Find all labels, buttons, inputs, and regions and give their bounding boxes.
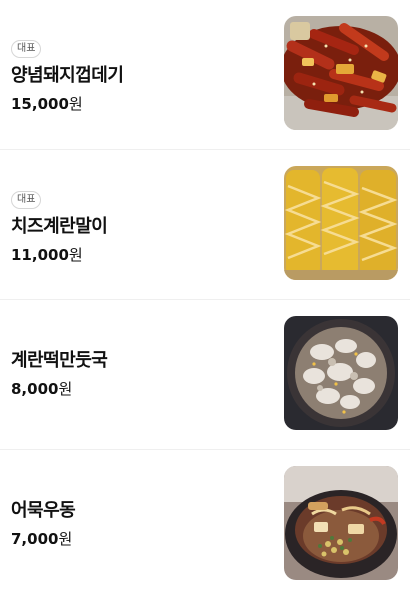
signature-badge: 대표 [11,191,42,209]
signature-badge: 대표 [11,40,42,58]
price-currency: 원 [68,95,83,113]
price-currency: 원 [58,380,73,398]
menu-item-info: 계란떡만둣국 8,000원 [11,349,280,399]
menu-item-price: 11,000원 [11,245,280,265]
menu-item-info: 대표 양념돼지껍데기 15,000원 [11,36,280,114]
price-currency: 원 [58,530,73,548]
price-currency: 원 [68,246,83,264]
menu-item-info: 어묵우동 7,000원 [11,499,280,549]
menu-item-name: 치즈계란말이 [11,216,108,237]
fishcake-udon-photo [284,466,398,580]
price-value: 15,000 [11,95,69,113]
menu-list: 대표 양념돼지껍데기 15,000원 대표 치즈계란말이 11,000원 계란떡… [0,0,410,600]
menu-item-price: 15,000원 [11,94,280,114]
menu-item-cheese-egg-roll[interactable]: 대표 치즈계란말이 11,000원 [0,150,410,300]
menu-item-name: 어묵우동 [11,500,76,521]
price-value: 8,000 [11,380,59,398]
dumpling-soup-photo [284,316,398,430]
menu-item-spicy-pork-skin[interactable]: 대표 양념돼지껍데기 15,000원 [0,0,410,150]
menu-item-name: 계란떡만둣국 [11,350,108,371]
price-value: 11,000 [11,246,69,264]
price-value: 7,000 [11,530,59,548]
menu-item-dumpling-soup[interactable]: 계란떡만둣국 8,000원 [0,300,410,450]
menu-item-name: 양념돼지껍데기 [11,65,124,86]
menu-item-price: 8,000원 [11,379,280,399]
spicy-pork-skin-photo [284,16,398,130]
menu-item-info: 대표 치즈계란말이 11,000원 [11,187,280,265]
cheese-egg-roll-photo [284,166,398,280]
menu-item-price: 7,000원 [11,529,280,549]
menu-item-fishcake-udon[interactable]: 어묵우동 7,000원 [0,450,410,600]
